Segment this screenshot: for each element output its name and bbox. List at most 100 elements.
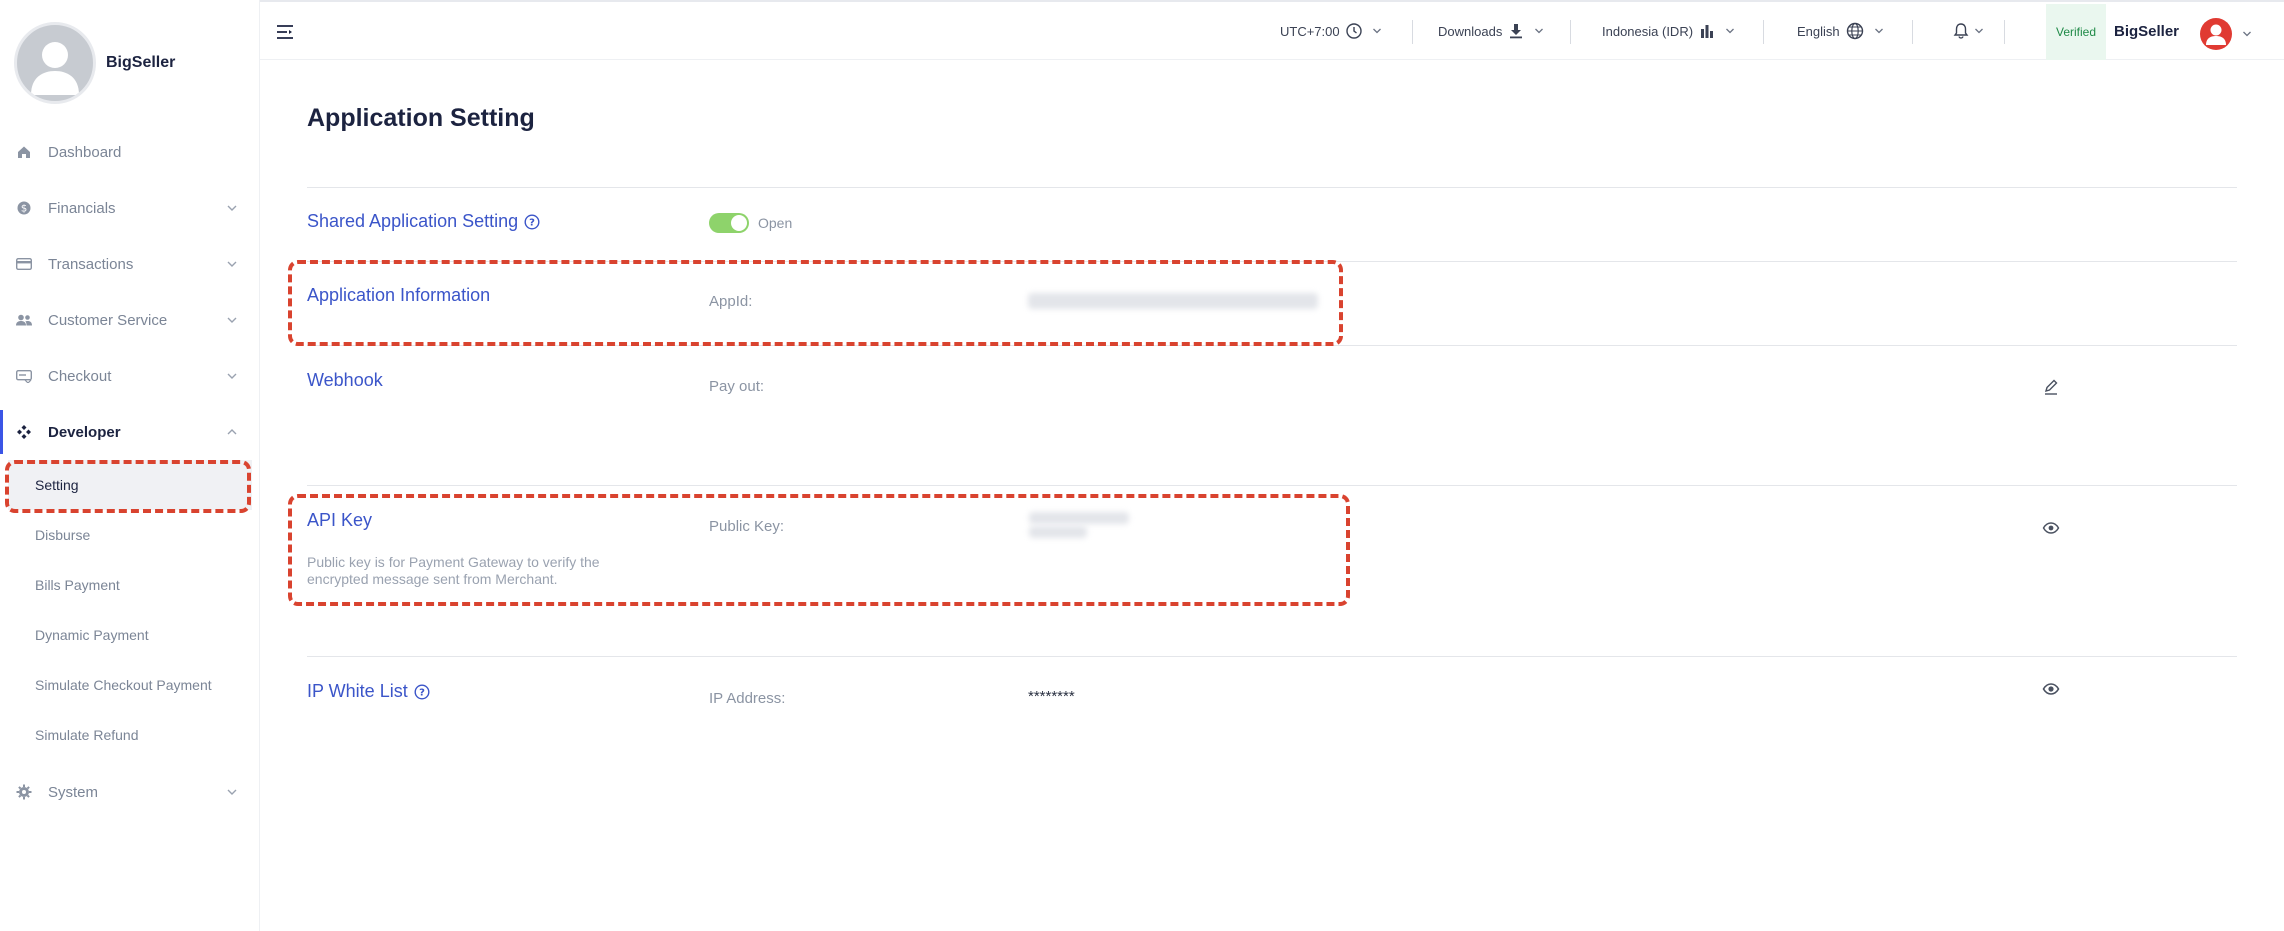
sidebar-subitem-simulate-refund[interactable]: Simulate Refund — [0, 710, 260, 760]
home-icon — [16, 144, 32, 160]
sidebar-item-label: Customer Service — [48, 311, 168, 329]
divider — [1912, 20, 1913, 44]
user-avatar-icon — [2206, 24, 2226, 45]
ip-white-list-title: IP White List ? — [307, 681, 430, 702]
section-title-text: Webhook — [307, 370, 383, 390]
region-label: Indonesia (IDR) — [1602, 23, 1694, 39]
svg-text:?: ? — [419, 687, 425, 698]
divider — [307, 261, 2237, 262]
sidebar-nav: Dashboard $ Financials Transactions Cust… — [0, 124, 260, 820]
eye-icon[interactable] — [2042, 680, 2060, 698]
chevron-down-icon[interactable] — [2242, 29, 2252, 39]
menu-collapse-icon[interactable] — [276, 24, 294, 40]
sidebar-item-developer[interactable]: Developer — [0, 404, 260, 460]
chevron-down-icon — [227, 317, 237, 323]
divider — [1763, 20, 1764, 44]
divider — [307, 656, 2237, 657]
public-key-value-redacted — [1029, 526, 1087, 538]
users-icon — [16, 312, 32, 328]
appid-label: AppId: — [709, 293, 753, 310]
language-selector[interactable]: English — [1797, 2, 1884, 60]
application-information-title: Application Information — [307, 285, 490, 306]
divider — [2004, 20, 2005, 44]
dollar-icon: $ — [16, 200, 32, 216]
chevron-down-icon — [1975, 28, 1983, 34]
sidebar-item-label: Developer — [48, 423, 121, 441]
public-key-value-redacted — [1029, 512, 1129, 524]
sidebar-item-label: System — [48, 783, 99, 801]
eye-icon[interactable] — [2042, 519, 2060, 537]
sidebar-subitem-disburse[interactable]: Disburse — [0, 510, 260, 560]
sidebar-item-dashboard[interactable]: Dashboard — [0, 124, 260, 180]
page-title: Application Setting — [307, 104, 535, 132]
timezone-label: UTC+7:00 — [1280, 23, 1340, 39]
sidebar: BigSeller Dashboard $ Financials Transac… — [0, 0, 260, 931]
divider — [307, 187, 2237, 188]
region-selector[interactable]: Indonesia (IDR) — [1602, 2, 1735, 60]
topbar: UTC+7:00 Downloads Indonesia (IDR) Engli… — [260, 0, 2284, 60]
gear-icon — [16, 784, 32, 800]
sidebar-subitem-setting[interactable]: Setting — [8, 460, 252, 510]
timezone-selector[interactable]: UTC+7:00 — [1280, 2, 1382, 60]
notifications-button[interactable] — [1946, 2, 1984, 60]
chevron-down-icon — [1874, 28, 1883, 34]
divider — [1412, 20, 1413, 44]
bar-chart-icon — [1701, 25, 1714, 38]
chevron-down-icon — [227, 261, 237, 267]
section-title-text: API Key — [307, 510, 373, 530]
chevron-down-icon — [1726, 28, 1735, 34]
public-key-label: Public Key: — [709, 518, 785, 535]
user-avatar[interactable] — [2200, 18, 2232, 50]
sidebar-subitem-simulate-checkout-payment[interactable]: Simulate Checkout Payment — [0, 660, 260, 710]
downloads-label: Downloads — [1438, 23, 1503, 39]
chevron-down-icon — [1372, 28, 1381, 34]
section-title-text: Application Information — [307, 285, 491, 305]
user-name: BigSeller — [2114, 22, 2180, 40]
sidebar-item-label: Checkout — [48, 367, 112, 385]
brand: BigSeller — [14, 22, 175, 104]
chevron-down-icon — [227, 789, 237, 795]
credit-card-icon — [16, 256, 32, 272]
sidebar-item-checkout[interactable]: Checkout — [0, 348, 260, 404]
brand-avatar[interactable] — [14, 22, 96, 104]
divider — [307, 485, 2237, 486]
section-title-text: Shared Application Setting — [307, 211, 519, 231]
edit-icon[interactable] — [2042, 378, 2060, 396]
sidebar-item-system[interactable]: System — [0, 764, 260, 820]
developer-icon — [16, 424, 32, 440]
payout-label: Pay out: — [709, 378, 765, 395]
download-icon — [1510, 24, 1523, 39]
help-icon[interactable]: ? — [414, 683, 430, 700]
shared-application-toggle[interactable] — [709, 213, 749, 233]
bell-icon — [1953, 23, 1969, 39]
appid-value-redacted — [1028, 293, 1318, 309]
sidebar-item-customer-service[interactable]: Customer Service — [0, 292, 260, 348]
ip-address-value: ******** — [1028, 688, 1075, 705]
sidebar-item-transactions[interactable]: Transactions — [0, 236, 260, 292]
ip-address-label: IP Address: — [709, 690, 786, 707]
checkout-icon — [16, 368, 32, 384]
api-key-title: API Key — [307, 510, 372, 531]
divider — [307, 345, 2237, 346]
downloads-button[interactable]: Downloads — [1438, 2, 1544, 60]
sidebar-item-financials[interactable]: $ Financials — [0, 180, 260, 236]
sidebar-subitem-bills-payment[interactable]: Bills Payment — [0, 560, 260, 610]
chevron-down-icon — [1535, 28, 1544, 34]
app-root: BigSeller Dashboard $ Financials Transac… — [0, 0, 2284, 931]
help-icon[interactable]: ? — [524, 213, 540, 230]
user-silhouette-icon — [31, 42, 79, 95]
toggle-label: Open — [758, 215, 793, 231]
svg-text:$: $ — [21, 204, 27, 215]
api-key-description: Public key is for Payment Gateway to ver… — [307, 554, 600, 587]
sidebar-subitem-dynamic-payment[interactable]: Dynamic Payment — [0, 610, 260, 660]
chevron-down-icon — [227, 373, 237, 379]
chevron-down-icon — [227, 205, 237, 211]
divider — [1570, 20, 1571, 44]
highlight-api-key — [288, 494, 1350, 606]
sidebar-item-label: Dashboard — [48, 143, 122, 161]
brand-name: BigSeller — [106, 54, 176, 71]
verified-badge: Verified — [2046, 4, 2106, 60]
clock-icon — [1345, 23, 1362, 39]
webhook-title: Webhook — [307, 370, 383, 391]
sidebar-item-label: Financials — [48, 199, 116, 217]
